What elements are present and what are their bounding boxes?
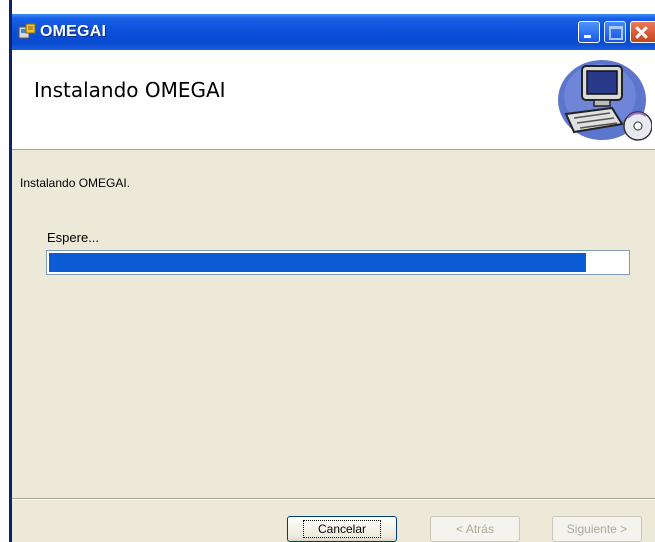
next-button-label: Siguiente > <box>566 522 628 536</box>
back-button[interactable]: < Atrás <box>430 516 520 542</box>
title-bar[interactable]: OMEGAI <box>12 14 655 50</box>
header-banner: Instalando OMEGAI <box>12 50 655 150</box>
close-button[interactable] <box>630 21 655 43</box>
next-button[interactable]: Siguiente > <box>552 516 642 542</box>
installer-window: OMEGAI Instalando OMEGAI Instalando OMEG… <box>12 14 655 542</box>
computer-install-icon <box>558 60 652 141</box>
installer-app-icon <box>18 23 36 39</box>
window-title: OMEGAI <box>40 23 107 40</box>
banner-title: Instalando OMEGAI <box>34 78 226 102</box>
status-message: Instalando OMEGAI. <box>20 176 131 190</box>
cancel-button-label: Cancelar <box>302 520 382 538</box>
footer-separator <box>12 498 655 500</box>
cancel-button[interactable]: Cancelar <box>287 516 397 542</box>
desktop-edge <box>0 0 12 542</box>
back-button-label: < Atrás <box>456 522 494 536</box>
minimize-button[interactable] <box>578 21 600 43</box>
wait-label: Espere... <box>47 230 100 245</box>
install-progress-bar <box>46 250 630 275</box>
maximize-button[interactable] <box>604 21 626 43</box>
progress-fill <box>49 253 587 272</box>
